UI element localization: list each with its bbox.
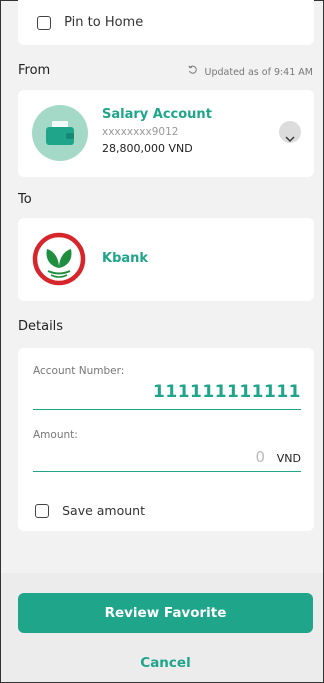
- save-amount-checkbox[interactable]: Save amount: [35, 500, 145, 519]
- pin-to-home-label: Pin to Home: [64, 15, 144, 30]
- amount-underline: [33, 471, 301, 472]
- to-bank-card: Kbank: [18, 218, 314, 301]
- checkbox-icon[interactable]: [35, 503, 49, 518]
- wallet-icon: [45, 119, 75, 151]
- bank-name: Kbank: [102, 251, 149, 266]
- account-number-underline: [33, 409, 301, 410]
- amount-field[interactable]: 0 VND: [33, 448, 301, 472]
- save-amount-label: Save amount: [62, 503, 145, 518]
- updated-status: Updated as of 9:41 AM: [188, 65, 313, 78]
- account-balance: 28,800,000 VND: [102, 142, 193, 155]
- chevron-down-icon[interactable]: [285, 128, 295, 147]
- from-account-card[interactable]: Salary Account xxxxxxxx9012 28,800,000 V…: [18, 90, 314, 177]
- account-number-field[interactable]: 111111111111: [33, 382, 301, 410]
- expand-account-button[interactable]: [279, 121, 301, 143]
- amount-currency: VND: [276, 452, 301, 465]
- review-favorite-label[interactable]: Review Favorite: [105, 605, 227, 621]
- bottom-action-area: Review Favorite Cancel: [1, 573, 323, 682]
- account-number-value[interactable]: 111111111111: [153, 382, 301, 402]
- cancel-label[interactable]: Cancel: [140, 655, 190, 671]
- details-section-title: Details: [18, 319, 64, 334]
- updated-text: Updated as of 9:41 AM: [204, 67, 313, 78]
- pin-to-home-checkbox[interactable]: Pin to Home: [37, 12, 143, 31]
- pin-to-home-card: Pin to Home: [18, 0, 314, 45]
- to-section-title: To: [18, 192, 32, 207]
- wallet-avatar: [32, 105, 88, 161]
- amount-label: Amount:: [33, 429, 78, 441]
- amount-value[interactable]: 0: [255, 448, 265, 466]
- details-card: Account Number: 111111111111 Amount: 0 V…: [18, 348, 314, 531]
- account-number-label: Account Number:: [33, 365, 125, 377]
- account-number: xxxxxxxx9012: [102, 126, 179, 138]
- review-favorite-button[interactable]: Review Favorite: [18, 593, 313, 633]
- checkbox-icon[interactable]: [37, 15, 51, 30]
- cancel-button[interactable]: Cancel: [18, 651, 313, 675]
- kbank-logo: [32, 232, 86, 290]
- refresh-icon: [188, 65, 198, 78]
- account-name: Salary Account: [102, 107, 212, 122]
- from-section-title: From: [18, 63, 51, 78]
